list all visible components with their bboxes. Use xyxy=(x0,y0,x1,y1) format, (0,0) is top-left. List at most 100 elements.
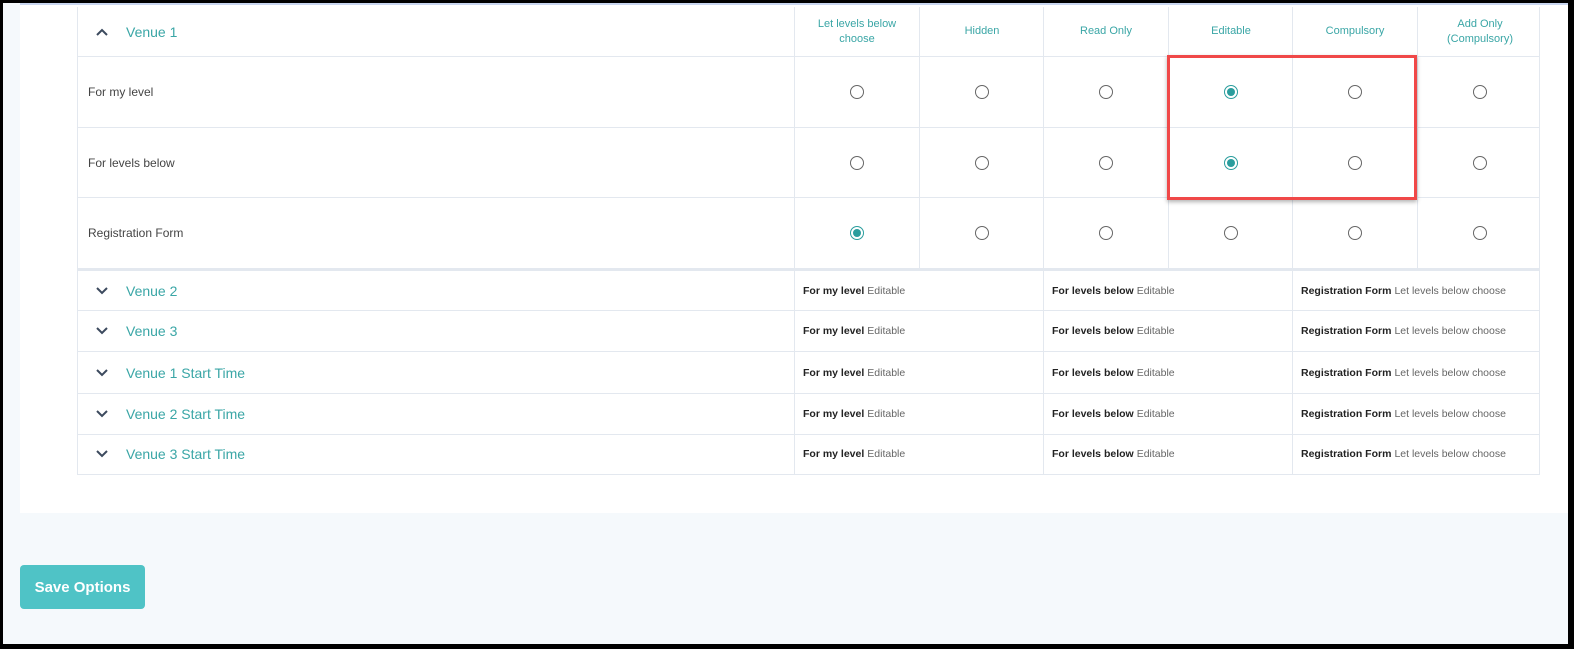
summary-value: Editable xyxy=(1136,407,1175,420)
radio-cell xyxy=(1417,57,1542,127)
summary-cell: Registration Form Let levels below choose xyxy=(1292,271,1541,310)
radio-let-levels-below-choose[interactable] xyxy=(850,85,864,99)
radio-cell xyxy=(1292,198,1417,268)
venue-1-header-row[interactable]: Venue 1 Let levels below choose Hidden Read… xyxy=(77,7,1540,57)
radio-read-only[interactable] xyxy=(1099,85,1113,99)
summary-label: For levels below xyxy=(1052,284,1134,297)
column-header: Hidden xyxy=(919,7,1044,56)
section-title[interactable]: Venue 1 Start Time xyxy=(126,352,245,393)
chevron-down-icon[interactable] xyxy=(96,271,108,310)
column-header: Editable xyxy=(1168,7,1293,56)
column-header: Read Only xyxy=(1043,7,1168,56)
summary-label: Registration Form xyxy=(1301,407,1392,420)
summary-value: Let levels below choose xyxy=(1394,324,1506,337)
summary-cell: For levels below Editable xyxy=(1043,393,1292,434)
summary-label: For levels below xyxy=(1052,407,1134,420)
summary-label: For my level xyxy=(803,407,865,420)
save-options-button[interactable]: Save Options xyxy=(20,565,145,609)
summary-value: Let levels below choose xyxy=(1394,448,1506,460)
chevron-up-icon[interactable] xyxy=(96,7,108,56)
chevron-down-icon[interactable] xyxy=(96,352,108,393)
summary-value: Editable xyxy=(1136,366,1175,379)
radio-cell xyxy=(1168,57,1293,127)
radio-add-only-compulsory[interactable] xyxy=(1473,226,1487,240)
radio-hidden[interactable] xyxy=(975,85,989,99)
summary-label: Registration Form xyxy=(1301,284,1392,297)
row-label: Registration Form xyxy=(88,226,184,240)
summary-cell: For my level Editable xyxy=(794,352,1043,393)
summary-cell: For levels below Editable xyxy=(1043,352,1292,393)
section-title[interactable]: Venue 2 xyxy=(126,271,177,310)
summary-value: Editable xyxy=(867,366,906,379)
collapsed-section-row[interactable]: Venue 2 For my level Editable For levels be… xyxy=(77,269,1540,311)
column-header: Compulsory xyxy=(1292,7,1417,56)
summary-cell: For levels below Editable xyxy=(1043,271,1292,310)
radio-cell xyxy=(1043,198,1168,268)
radio-read-only[interactable] xyxy=(1099,226,1113,240)
summary-cell: For my level Editable xyxy=(794,434,1043,474)
radio-editable[interactable] xyxy=(1224,85,1238,99)
collapsed-section-row[interactable]: Venue 3 For my level Editable For levels be… xyxy=(77,310,1540,352)
chevron-down-icon[interactable] xyxy=(96,434,108,474)
radio-compulsory[interactable] xyxy=(1348,226,1362,240)
summary-cell: Registration Form Let levels below choose xyxy=(1292,393,1541,434)
radio-compulsory[interactable] xyxy=(1348,155,1362,170)
radio-cell xyxy=(919,128,1044,197)
summary-label: For my level xyxy=(803,448,865,460)
summary-label: Registration Form xyxy=(1301,448,1392,460)
collapsed-section-row[interactable]: Venue 3 Start Time For my level Editable Fo… xyxy=(77,434,1540,475)
summary-value: Editable xyxy=(867,407,906,420)
radio-compulsory[interactable] xyxy=(1348,85,1362,99)
section-title[interactable]: Venue 3 Start Time xyxy=(126,434,245,474)
radio-editable[interactable] xyxy=(1224,226,1238,240)
radio-add-only-compulsory[interactable] xyxy=(1473,155,1487,170)
summary-value: Editable xyxy=(1136,324,1175,337)
row-label: For my level xyxy=(88,85,154,99)
summary-cell: For my level Editable xyxy=(794,393,1043,434)
section-title[interactable]: Venue 1 xyxy=(126,7,177,56)
summary-label: For levels below xyxy=(1052,324,1134,337)
option-row: For levels below xyxy=(77,128,1540,198)
row-label: For levels below xyxy=(88,155,175,170)
summary-value: Let levels below choose xyxy=(1394,366,1506,379)
radio-editable[interactable] xyxy=(1224,155,1238,170)
collapsed-section-row[interactable]: Venue 1 Start Time For my level Editable Fo… xyxy=(77,352,1540,394)
radio-hidden[interactable] xyxy=(975,226,989,240)
chevron-down-icon[interactable] xyxy=(96,310,108,351)
radio-cell xyxy=(1043,57,1168,127)
summary-label: For my level xyxy=(803,366,865,379)
summary-label: For my level xyxy=(803,324,865,337)
collapsed-section-row[interactable]: Venue 2 Start Time For my level Editable Fo… xyxy=(77,393,1540,435)
summary-value: Editable xyxy=(867,448,906,460)
radio-hidden[interactable] xyxy=(975,155,989,170)
summary-value: Let levels below choose xyxy=(1394,407,1506,420)
radio-add-only-compulsory[interactable] xyxy=(1473,85,1487,99)
summary-cell: For levels below Editable xyxy=(1043,434,1292,474)
radio-cell xyxy=(1417,198,1542,268)
summary-label: Registration Form xyxy=(1301,366,1392,379)
summary-label: For my level xyxy=(803,284,865,297)
radio-let-levels-below-choose[interactable] xyxy=(850,155,864,170)
summary-cell: For my level Editable xyxy=(794,310,1043,351)
radio-cell xyxy=(794,128,919,197)
summary-value: Editable xyxy=(1136,448,1175,460)
radio-cell xyxy=(794,198,919,268)
radio-read-only[interactable] xyxy=(1099,155,1113,170)
option-row: Registration Form xyxy=(77,198,1540,269)
section-title[interactable]: Venue 2 Start Time xyxy=(126,393,245,434)
radio-cell xyxy=(1168,128,1293,197)
summary-cell: For my level Editable xyxy=(794,271,1043,310)
column-header: Add Only (Compulsory) xyxy=(1417,7,1542,56)
radio-let-levels-below-choose[interactable] xyxy=(850,226,864,240)
radio-cell xyxy=(919,57,1044,127)
summary-cell: For levels below Editable xyxy=(1043,310,1292,351)
chevron-down-icon[interactable] xyxy=(96,393,108,434)
summary-value: Editable xyxy=(867,284,906,297)
section-title[interactable]: Venue 3 xyxy=(126,310,177,351)
summary-cell: Registration Form Let levels below choose xyxy=(1292,434,1541,474)
summary-value: Editable xyxy=(867,324,906,337)
summary-value: Editable xyxy=(1136,284,1175,297)
options-card: Venue 1 Let levels below choose Hidden Read… xyxy=(20,3,1568,513)
radio-cell xyxy=(919,198,1044,268)
option-row: For my level xyxy=(77,57,1540,128)
